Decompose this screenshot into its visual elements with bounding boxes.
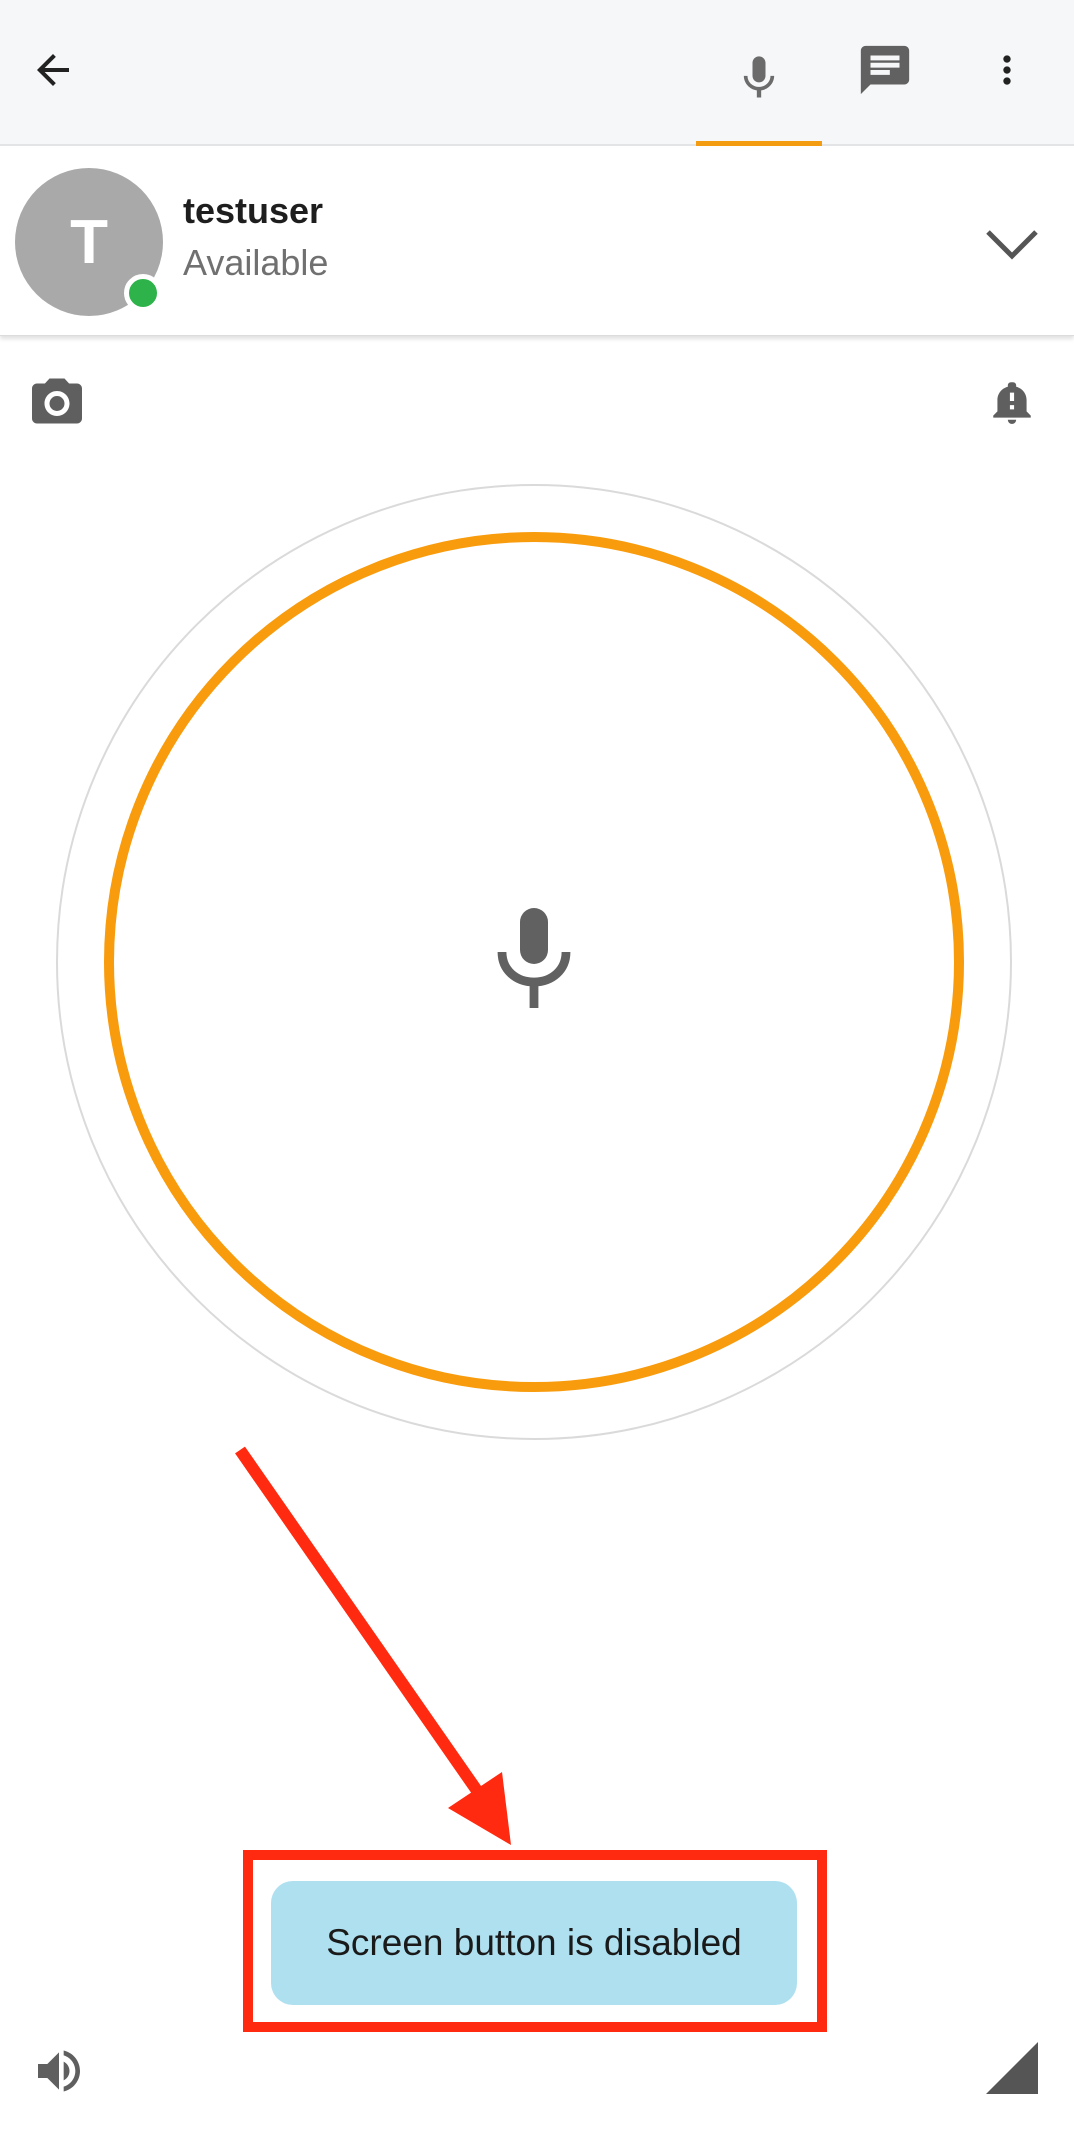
top-toolbar — [0, 0, 1074, 146]
back-button[interactable] — [18, 30, 88, 110]
alert-button[interactable] — [982, 370, 1042, 432]
contact-header[interactable]: T testuser Available — [0, 148, 1074, 336]
more-vert-icon — [1003, 55, 1011, 85]
presence-indicator — [124, 274, 162, 312]
toast-message: Screen button is disabled — [271, 1881, 797, 2005]
chat-icon — [860, 45, 910, 95]
ptt-microphone — [492, 904, 576, 1012]
contact-name: testuser — [183, 190, 324, 231]
camera-icon — [32, 378, 82, 424]
volume-up-icon — [38, 2050, 80, 2092]
more-options-button[interactable] — [984, 30, 1030, 110]
back-arrow-icon — [37, 54, 69, 86]
active-tab-indicator — [696, 141, 822, 146]
expand-button[interactable] — [980, 212, 1044, 276]
contact-status: Available — [183, 242, 329, 283]
chevron-down-icon — [986, 230, 1038, 260]
tab-voice[interactable] — [696, 20, 822, 146]
signal-strength-icon — [986, 2042, 1038, 2094]
tab-chat[interactable] — [845, 20, 925, 120]
microphone-icon — [497, 908, 571, 1008]
microphone-icon — [743, 56, 775, 98]
notification-important-icon — [993, 382, 1031, 424]
camera-button[interactable] — [26, 370, 88, 432]
volume-button[interactable] — [28, 2040, 90, 2102]
